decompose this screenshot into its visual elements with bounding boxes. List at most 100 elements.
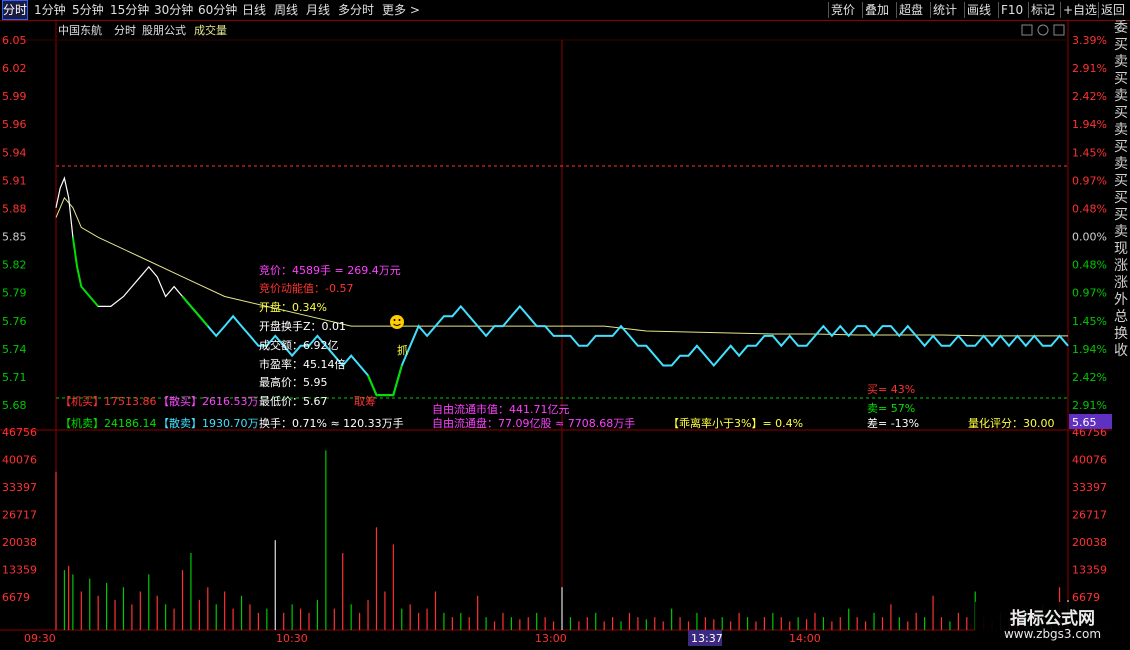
price-tick-left: 5.99 bbox=[2, 90, 27, 103]
price-tick-left: 5.82 bbox=[2, 259, 27, 272]
price-axis-left: 6.05 6.02 5.99 5.96 5.94 5.91 5.88 5.85 5.82 5.79… bbox=[2, 34, 27, 412]
watermark-url: www.zbgs3.com bbox=[1003, 627, 1102, 641]
volume-axis-left: 46756 40076 33397 26717 20038 13359 6679 bbox=[2, 426, 37, 604]
price-tick-right: 0.00% bbox=[1072, 231, 1107, 244]
smiley-icon bbox=[390, 315, 404, 329]
retail-buy-text: 【散买】2616.53万 bbox=[158, 394, 259, 408]
side-strip-char: 买 bbox=[1114, 105, 1128, 121]
price-tick-right: 2.42% bbox=[1072, 90, 1107, 103]
side-strip-char: 涨 bbox=[1114, 258, 1128, 274]
turnover-amount-text: 成交额：6.92亿 bbox=[259, 338, 339, 352]
side-strip-char: 卖 bbox=[1114, 156, 1128, 172]
time-tick: 13:00 bbox=[535, 632, 567, 645]
price-tick-right: 1.45% bbox=[1072, 315, 1107, 328]
volume-tick-right: 40076 bbox=[1072, 454, 1107, 467]
volume-tick-right: 33397 bbox=[1072, 481, 1107, 494]
quant-score-text: 量化评分：30.00 bbox=[968, 416, 1055, 430]
side-strip-char: 总 bbox=[1114, 309, 1128, 325]
panel-grid-icon[interactable] bbox=[1021, 24, 1033, 36]
price-tick-right: 2.91% bbox=[1072, 399, 1107, 412]
side-strip-char: 卖 bbox=[1114, 122, 1128, 138]
price-tick-right: 0.97% bbox=[1072, 174, 1107, 187]
high-price-text: 最高价：5.95 bbox=[259, 375, 328, 389]
side-strip-char: 现 bbox=[1114, 241, 1128, 257]
diff-pct-text: 差= -13% bbox=[867, 416, 919, 430]
buy-pct-text: 买= 43% bbox=[867, 383, 915, 396]
volume-tick-left: 13359 bbox=[2, 564, 37, 577]
volume-tick-left: 46756 bbox=[2, 426, 37, 439]
price-tick-right: 1.94% bbox=[1072, 118, 1107, 131]
panel-settings-icon[interactable] bbox=[1037, 24, 1049, 36]
side-strip-char: 卖 bbox=[1114, 54, 1128, 70]
free-float-cap-text: 自由流通市值：441.71亿元 bbox=[432, 402, 570, 416]
price-tick-left: 5.88 bbox=[2, 202, 27, 215]
time-tick: 14:00 bbox=[789, 632, 821, 645]
side-strip-char: 买 bbox=[1114, 37, 1128, 53]
price-tick-right: 1.94% bbox=[1072, 343, 1107, 356]
volume-tick-right: 26717 bbox=[1072, 509, 1107, 522]
panel-buttons bbox=[1021, 24, 1065, 36]
price-tick-left: 5.68 bbox=[2, 399, 27, 412]
side-strip-char: 卖 bbox=[1114, 224, 1128, 240]
price-tick-left: 5.96 bbox=[2, 118, 27, 131]
price-segment-low-c bbox=[367, 365, 403, 397]
price-tick-left: 5.85 bbox=[2, 231, 27, 244]
side-strip-char: 买 bbox=[1114, 173, 1128, 189]
price-tick-right: 0.48% bbox=[1072, 259, 1107, 272]
price-tick-right: 0.97% bbox=[1072, 287, 1107, 300]
side-strip-char: 外 bbox=[1114, 292, 1128, 308]
turnover-rate-text: 换手：0.71% ≈ 120.33万手 bbox=[259, 416, 404, 430]
side-strip-char: 换 bbox=[1114, 326, 1128, 342]
price-axis-right: 3.39% 2.91% 2.42% 1.94% 1.45% 0.97% 0.48% 0.00%… bbox=[1072, 34, 1107, 412]
watermark-title: 指标公式网 bbox=[1010, 609, 1095, 629]
volume-tick-left: 20038 bbox=[2, 536, 37, 549]
site-watermark: 指标公式网 www.zbgs3.com bbox=[975, 602, 1130, 650]
price-tick-left: 5.74 bbox=[2, 343, 27, 356]
indicator-name: 成交量 bbox=[194, 23, 227, 37]
free-float-shares-text: 自由流通盘：77.09亿股 ≈ 7708.68万手 bbox=[432, 416, 635, 430]
price-segment-low-a bbox=[71, 237, 99, 308]
price-tick-left: 5.94 bbox=[2, 146, 27, 159]
price-tick-left: 5.91 bbox=[2, 174, 27, 187]
buy-chip-label: 取筹 bbox=[354, 394, 376, 408]
volume-tick-left: 33397 bbox=[2, 481, 37, 494]
side-strip-char: 买 bbox=[1114, 139, 1128, 155]
side-strip-char: 买 bbox=[1114, 71, 1128, 87]
side-strip-char: 涨 bbox=[1114, 275, 1128, 291]
price-tick-right: 0.48% bbox=[1072, 202, 1107, 215]
price-segment-early bbox=[55, 176, 183, 307]
current-price-value: 5.65 bbox=[1072, 416, 1097, 429]
side-strip-char: 收 bbox=[1114, 343, 1128, 359]
price-tick-left: 5.76 bbox=[2, 315, 27, 328]
quote-side-strip: 委买卖买卖买卖买卖买买买卖现涨涨外总换收 bbox=[1112, 20, 1130, 640]
stock-name: 中国东航 bbox=[58, 23, 102, 37]
panel-close-icon[interactable] bbox=[1053, 24, 1065, 36]
low-price-text: 最低价：5.67 bbox=[259, 395, 328, 408]
price-tick-left: 6.02 bbox=[2, 62, 27, 75]
time-tick: 09:30 bbox=[24, 632, 56, 645]
time-tick: 10:30 bbox=[276, 632, 308, 645]
chart-mode: 分时 bbox=[114, 24, 136, 37]
retail-sell-text: 【散卖】1930.70万 bbox=[158, 416, 259, 430]
open-change-text: 开盘：0.34% bbox=[259, 300, 327, 314]
volume-tick-right: 13359 bbox=[1072, 564, 1107, 577]
side-strip-char: 买 bbox=[1114, 207, 1128, 223]
chart-canvas[interactable]: 中国东航 分时 股朋公式 成交量 6.05 6.02 5.99 5.96 5.94 5.9… bbox=[0, 0, 1112, 650]
price-tick-left: 5.71 bbox=[2, 371, 27, 384]
volume-tick-right: 20038 bbox=[1072, 536, 1107, 549]
price-tick-right: 2.91% bbox=[1072, 62, 1107, 75]
grab-label: 抓 bbox=[397, 343, 408, 357]
volume-tick-left: 26717 bbox=[2, 509, 37, 522]
price-tick-left: 6.05 bbox=[2, 34, 27, 47]
price-tick-right: 3.39% bbox=[1072, 34, 1107, 47]
pe-ratio-text: 市盈率：45.14倍 bbox=[259, 357, 346, 371]
inst-buy-text: 【机买】17513.86 bbox=[60, 394, 157, 408]
price-segment-low-b bbox=[181, 295, 209, 327]
price-tick-left: 5.79 bbox=[2, 287, 27, 300]
price-tick-right: 2.42% bbox=[1072, 371, 1107, 384]
volume-axis-right: 4675640076333972671720038133596679 bbox=[1072, 426, 1107, 604]
bid-price-text: 竞价：4589手 = 269.4万元 bbox=[259, 263, 401, 277]
side-strip-char: 卖 bbox=[1114, 88, 1128, 104]
volume-tick-left: 6679 bbox=[2, 591, 30, 604]
sell-pct-text: 卖= 57% bbox=[867, 402, 915, 415]
